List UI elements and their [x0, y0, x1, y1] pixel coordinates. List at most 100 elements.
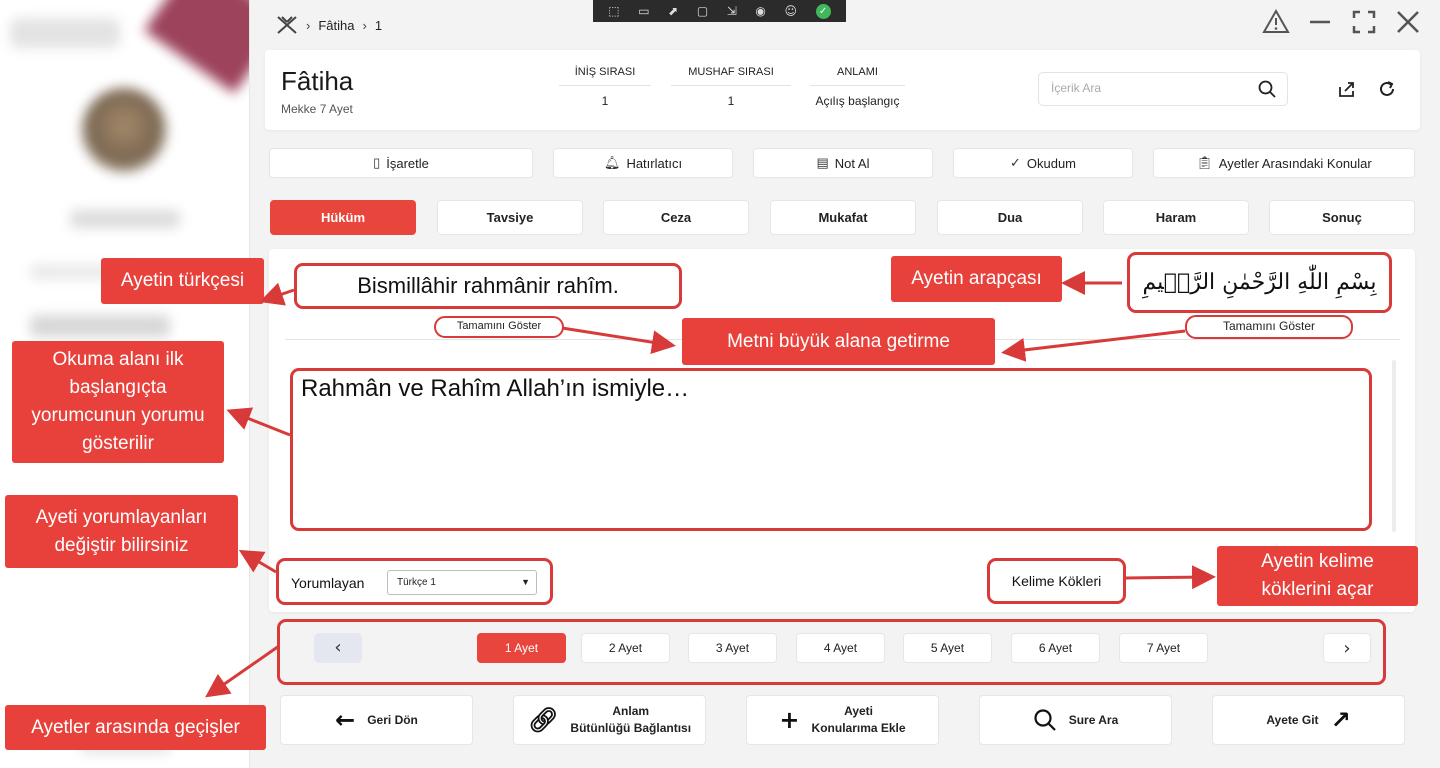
search-input[interactable]: [1051, 81, 1246, 95]
tab-dua[interactable]: Dua: [937, 200, 1083, 235]
stat-revelation-order: İNİŞ SIRASI 1: [559, 66, 651, 108]
search-icon: [1034, 709, 1056, 731]
breadcrumb-ayah[interactable]: 1: [375, 18, 382, 33]
mark-read-label: Okudum: [1026, 155, 1077, 171]
label-line-1: Ayeti: [844, 704, 873, 718]
commentator-selector-group: Yorumlayan Türkçe 1 ▼: [276, 558, 553, 605]
check-icon[interactable]: ✓: [815, 3, 831, 19]
breadcrumb: › Fâtiha › 1: [276, 14, 382, 36]
callout-reading-area: Okuma alanı ilk başlangıçta yorumcunun y…: [12, 341, 224, 463]
take-note-button[interactable]: ▤ Not Al: [753, 148, 933, 178]
tab-mukafat[interactable]: Mukafat: [770, 200, 916, 235]
arrow-left-icon: ←: [335, 706, 356, 734]
select-region-icon[interactable]: ⬚: [608, 0, 619, 22]
share-icon[interactable]: [1336, 78, 1358, 100]
search-icon[interactable]: [1257, 79, 1277, 99]
pager-ayah-2[interactable]: 2 Ayet: [581, 633, 670, 663]
sura-ayah-word: Ayet: [329, 102, 353, 116]
bookmark-icon: ▯: [373, 155, 381, 170]
plus-icon: +: [779, 706, 800, 734]
stat-label: MUSHAF SIRASI: [671, 66, 791, 86]
show-all-button-left[interactable]: Tamamını Göster: [434, 316, 564, 338]
screen-toolbar: ⬚ ▭ ⬈ ▢ ⇲ ◉ ☺ ✓: [593, 0, 846, 22]
callout-turkish: Ayetin türkçesi: [101, 258, 264, 304]
add-to-topics-button[interactable]: + Ayeti Konularıma Ekle: [746, 695, 939, 745]
bell-icon: 🔔︎: [603, 155, 621, 170]
sidebar-item[interactable]: [30, 315, 170, 337]
accessibility-icon[interactable]: ☺: [785, 0, 798, 22]
callout-enlarge: Metni büyük alana getirme: [682, 318, 995, 365]
pager-ayah-4[interactable]: 4 Ayet: [796, 633, 885, 663]
maximize-icon[interactable]: [1349, 8, 1379, 38]
add-to-topics-label: Ayeti Konularıma Ekle: [812, 703, 906, 737]
commentator-select[interactable]: Türkçe 1 ▼: [387, 570, 537, 595]
show-all-button-right[interactable]: Tamamını Göster: [1185, 315, 1353, 339]
stat-value: Açılış başlangıç: [815, 94, 900, 108]
pager-ayah-3[interactable]: 3 Ayet: [688, 633, 777, 663]
reminder-button[interactable]: 🔔︎ Hatırlatıcı: [553, 148, 733, 178]
stat-label: ANLAMI: [810, 66, 905, 86]
word-roots-button[interactable]: Kelime Kökleri: [987, 558, 1126, 604]
label-line-2: Bütünlüğü Bağlantısı: [570, 721, 692, 735]
label-line-2: Konularıma Ekle: [811, 721, 906, 735]
label-line-1: Anlam: [612, 704, 650, 718]
ayah-arabic-text: بِسْمِ اللّٰهِ الرَّحْمٰنِ الرَّح۪يمِ: [1127, 252, 1392, 313]
refresh-icon[interactable]: [1376, 78, 1398, 100]
meaning-integrity-link-button[interactable]: 🔗︎ Anlam Bütünlüğü Bağlantısı: [513, 695, 706, 745]
go-back-label: Geri Dön: [367, 712, 418, 727]
go-to-ayah-label: Ayete Git: [1266, 712, 1319, 727]
chevron-right-icon[interactable]: ›: [1323, 633, 1371, 663]
commentary-text: Rahmân ve Rahîm Allah’ın ismiyle…: [290, 368, 1372, 531]
sura-header: Fâtiha Mekke 7 Ayet İNİŞ SIRASI 1 MUSHAF…: [265, 50, 1420, 130]
chevron-right-icon: ›: [306, 17, 311, 33]
meaning-integrity-label: Anlam Bütünlüğü Bağlantısı: [570, 703, 691, 737]
tab-ceza[interactable]: Ceza: [603, 200, 749, 235]
tab-tavsiye[interactable]: Tavsiye: [437, 200, 583, 235]
check-icon: ✓: [1009, 155, 1021, 170]
pointer-icon[interactable]: ⬈: [668, 0, 678, 22]
chevron-left-icon[interactable]: ‹: [314, 633, 362, 663]
go-to-ayah-button[interactable]: Ayete Git ↗: [1212, 695, 1405, 745]
stat-value: 1: [601, 94, 609, 108]
minimize-icon[interactable]: [1305, 8, 1335, 38]
tab-sonuc[interactable]: Sonuç: [1269, 200, 1415, 235]
topics-between-ayahs-label: Ayetler Arasındaki Konular: [1218, 155, 1372, 171]
chevron-right-icon: ›: [362, 17, 367, 33]
callout-navigation: Ayetler arasında geçişler: [5, 705, 266, 750]
take-note-label: Not Al: [834, 155, 870, 171]
pager-ayah-7[interactable]: 7 Ayet: [1119, 633, 1208, 663]
stat-value: 1: [727, 94, 735, 108]
sura-place: Mekke: [281, 102, 317, 116]
sura-subtitle: Mekke 7 Ayet: [281, 102, 353, 116]
close-icon[interactable]: [1393, 8, 1423, 38]
clipboard-icon: 📋︎: [1196, 155, 1213, 170]
tab-hukum[interactable]: Hüküm: [270, 200, 416, 235]
stat-label: İNİŞ SIRASI: [559, 66, 651, 86]
app-logo-icon[interactable]: [276, 15, 298, 35]
mark-read-button[interactable]: ✓ Okudum: [953, 148, 1133, 178]
scrollbar[interactable]: [1392, 360, 1396, 532]
pager-ayah-5[interactable]: 5 Ayet: [903, 633, 992, 663]
page-title: Fâtiha: [281, 66, 354, 96]
record-icon[interactable]: ▭: [638, 0, 649, 22]
search-sura-button[interactable]: Sure Ara: [979, 695, 1172, 745]
breadcrumb-sura[interactable]: Fâtiha: [318, 18, 354, 33]
cursor-icon[interactable]: ⇲: [727, 0, 737, 22]
window-icon[interactable]: ▢: [697, 0, 708, 22]
avatar[interactable]: [82, 88, 166, 172]
commentator-value: Türkçe 1: [397, 577, 436, 588]
tab-haram[interactable]: Haram: [1103, 200, 1249, 235]
go-back-button[interactable]: ← Geri Dön: [280, 695, 473, 745]
pager-ayah-1[interactable]: 1 Ayet: [477, 633, 566, 663]
topics-between-ayahs-button[interactable]: 📋︎ Ayetler Arasındaki Konular: [1153, 148, 1415, 178]
callout-arabic: Ayetin arapçası: [891, 256, 1062, 302]
pager-ayah-6[interactable]: 6 Ayet: [1011, 633, 1100, 663]
link-icon: 🔗︎: [527, 706, 559, 734]
bookmark-button[interactable]: ▯ İşaretle: [269, 148, 533, 178]
stat-mushaf-order: MUSHAF SIRASI 1: [671, 66, 791, 108]
wireless-icon[interactable]: ◉: [755, 0, 765, 22]
callout-word-roots: Ayetin kelime köklerini açar: [1217, 546, 1418, 606]
note-icon: ▤: [816, 155, 829, 170]
warning-icon[interactable]: [1261, 8, 1291, 38]
sura-ayah-count: 7: [319, 102, 327, 116]
